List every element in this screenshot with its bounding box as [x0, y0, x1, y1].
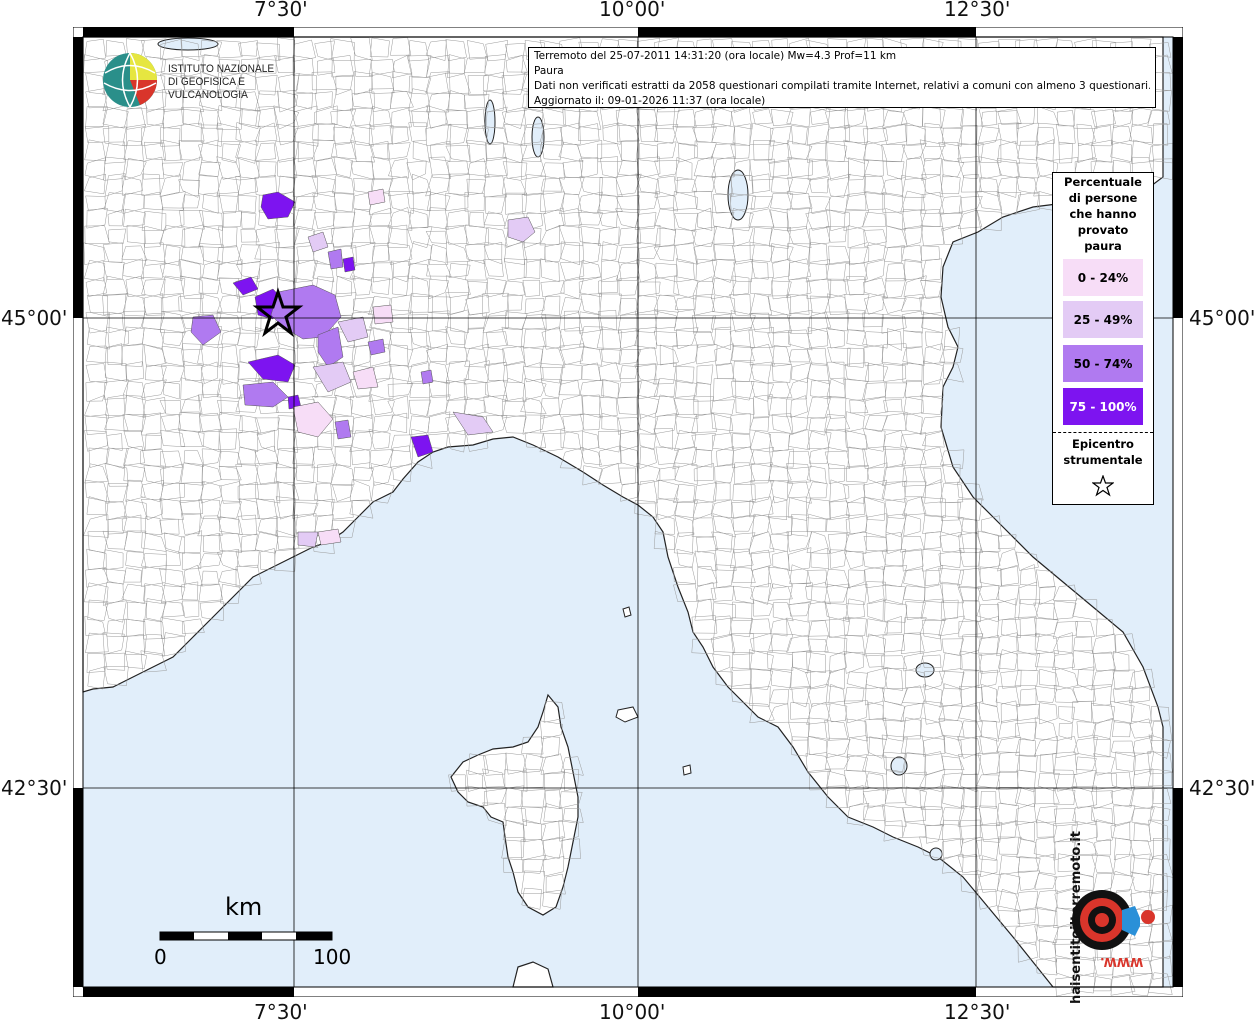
map-canvas[interactable] — [73, 27, 1183, 997]
haisentito-logo-graphic — [1072, 890, 1155, 950]
legend-label: 50 - 74% — [1073, 356, 1133, 371]
tick-bottom-1: 7°30' — [254, 1000, 308, 1024]
legend-label: 75 - 100% — [1069, 399, 1137, 414]
legend-swatch-75-100: 75 - 100% — [1063, 388, 1143, 425]
legend-title-line: che hanno — [1069, 207, 1137, 221]
scale-bar-end: 100 — [313, 945, 352, 969]
ingv-logo-text: ISTITUTO NAZIONALE DI GEOFISICA E VULCAN… — [168, 63, 317, 102]
legend: Percentuale di persone che hanno provato… — [1052, 172, 1154, 505]
tick-right-2: 42°30' — [1189, 776, 1255, 800]
logo-line-1: ISTITUTO NAZIONALE — [168, 63, 275, 75]
tick-bottom-2: 10°00' — [599, 1000, 666, 1024]
event-info-box: Terremoto del 25-07-2011 14:31:20 (ora l… — [528, 47, 1156, 108]
legend-divider — [1053, 432, 1153, 433]
globe-icon — [103, 52, 157, 108]
update-timestamp: Aggiornato il: 09-01-2026 11:37 (ora loc… — [534, 95, 766, 107]
epicenter-label: Epicentro strumentale — [1053, 436, 1153, 468]
capraia-island — [622, 606, 632, 618]
municipality-class-50-74 — [420, 369, 434, 385]
star-icon — [1092, 475, 1114, 497]
legend-title: Percentuale di persone che hanno provato… — [1053, 174, 1153, 254]
legend-title-line: provato — [1077, 223, 1129, 237]
map-type: Paura — [534, 65, 564, 77]
tick-top-2: 10°00' — [599, 0, 666, 21]
legend-title-line: Percentuale — [1064, 175, 1142, 189]
municipality-class-0-24 — [367, 188, 386, 206]
tick-left-2: 42°30' — [1, 776, 68, 800]
municipality-class-50-74 — [367, 338, 386, 356]
scale-bar-graphic — [159, 931, 333, 941]
data-disclaimer: Dati non verificati estratti da 2058 que… — [534, 80, 1150, 92]
scale-bar: km 0 100 — [154, 890, 375, 980]
scale-bar-start: 0 — [154, 945, 167, 969]
legend-swatch-25-49: 25 - 49% — [1063, 301, 1143, 338]
epicenter-label-line: Epicentro — [1072, 437, 1134, 451]
municipality-class-50-74 — [334, 419, 352, 440]
legend-label: 0 - 24% — [1077, 270, 1129, 285]
municipality-class-75-100 — [342, 256, 356, 273]
legend-label: 25 - 49% — [1073, 312, 1133, 327]
tick-bottom-3: 12°30' — [944, 1000, 1011, 1024]
municipality-class-50-74 — [327, 248, 344, 270]
legend-swatch-0-24: 0 - 24% — [1063, 259, 1143, 296]
lake-trasimeno — [915, 662, 935, 678]
scale-bar-unit: km — [225, 893, 263, 921]
legend-title-line: di persone — [1068, 191, 1138, 205]
logo-name-text: haisentitoilterremoto.it — [1068, 831, 1084, 1004]
logo-line-2: DI GEOFISICA E VULCANOLOGIA — [168, 76, 248, 101]
tick-top-3: 12°30' — [944, 0, 1011, 21]
municipality-class-25-49 — [297, 531, 319, 548]
event-title: Terremoto del 25-07-2011 14:31:20 (ora l… — [534, 50, 897, 62]
tick-left-1: 45°00' — [1, 306, 68, 330]
tick-top-1: 7°30' — [254, 0, 308, 21]
haisentito-logo[interactable]: haisentitoilterremoto.it WWW. — [1030, 831, 1180, 1004]
lake-bracciano — [929, 847, 943, 861]
map-frame — [73, 27, 1183, 997]
legend-swatch-50-74: 50 - 74% — [1063, 345, 1143, 382]
tick-right-1: 45°00' — [1189, 306, 1255, 330]
legend-title-line: paura — [1084, 239, 1122, 253]
municipality-class-0-24 — [317, 528, 342, 546]
logo-www-text: WWW. — [1100, 955, 1144, 969]
municipality-class-0-24 — [372, 304, 394, 325]
epicenter-label-line: strumentale — [1063, 453, 1143, 467]
ingv-logo: ISTITUTO NAZIONALE DI GEOFISICA E VULCAN… — [100, 48, 330, 110]
giglio-island — [682, 764, 692, 776]
